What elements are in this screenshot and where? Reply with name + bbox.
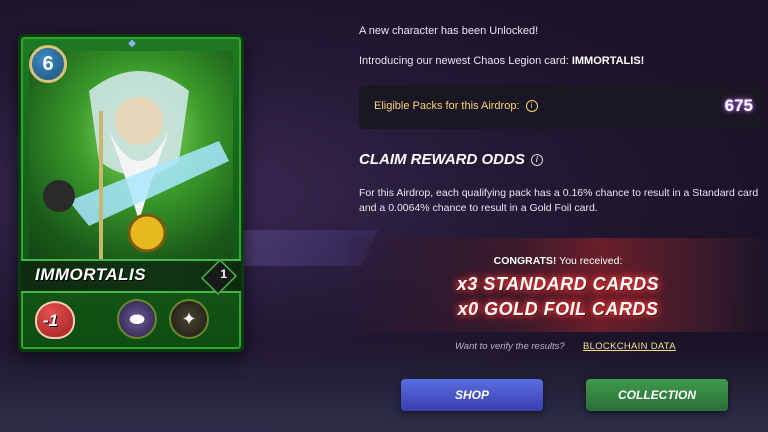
void-orb-icon[interactable]: ⬬ [117, 299, 157, 339]
armor-badge-icon[interactable]: ✦ [169, 299, 209, 339]
result-panel: CONGRATS! You received: x3 STANDARD CARD… [348, 238, 768, 332]
health-stat: -1 [29, 299, 75, 339]
card-artwork [29, 51, 233, 283]
eligible-label: Eligible Packs for this Airdrop: i [374, 100, 538, 113]
collection-button[interactable]: COLLECTION [586, 379, 728, 411]
mana-cost-badge: 6 [29, 45, 67, 83]
info-icon[interactable]: i [525, 100, 538, 113]
congrats-text: CONGRATS! You received: [493, 255, 623, 267]
eligible-count: 675 [724, 96, 753, 115]
intro-message: Introducing our newest Chaos Legion card… [359, 55, 645, 67]
level-diamond [200, 258, 238, 296]
wizard-illustration [43, 71, 229, 281]
card-name: IMMORTALIS [35, 265, 147, 284]
gold-foil-result: x0 GOLD FOIL CARDS [457, 299, 659, 319]
card-edition-icon: ◆ [128, 38, 136, 49]
odds-description: For this Airdrop, each qualifying pack h… [359, 187, 759, 214]
unlock-message: A new character has been Unlocked! [359, 25, 539, 37]
card-level: 1 [220, 267, 227, 281]
eligible-packs-box: Eligible Packs for this Airdrop: i 675 [359, 85, 761, 129]
blockchain-data-link[interactable]: BLOCKCHAIN DATA [583, 341, 676, 352]
card-name-banner: IMMORTALIS 1 [21, 258, 241, 296]
verify-question: Want to verify the results? [455, 341, 565, 352]
standard-cards-result: x3 STANDARD CARDS [456, 274, 660, 294]
character-card[interactable]: ◆ 6 IMMORTALIS 1 -1 ⬬ ✦ [18, 34, 244, 352]
card-stats: -1 ⬬ ✦ [21, 295, 241, 345]
info-icon[interactable]: i [530, 154, 543, 167]
health-value: -1 [43, 311, 59, 330]
claim-odds-title: CLAIM REWARD ODDS i [359, 151, 543, 168]
shop-button[interactable]: SHOP [401, 379, 543, 411]
intro-card-name: IMMORTALIS! [571, 55, 645, 67]
